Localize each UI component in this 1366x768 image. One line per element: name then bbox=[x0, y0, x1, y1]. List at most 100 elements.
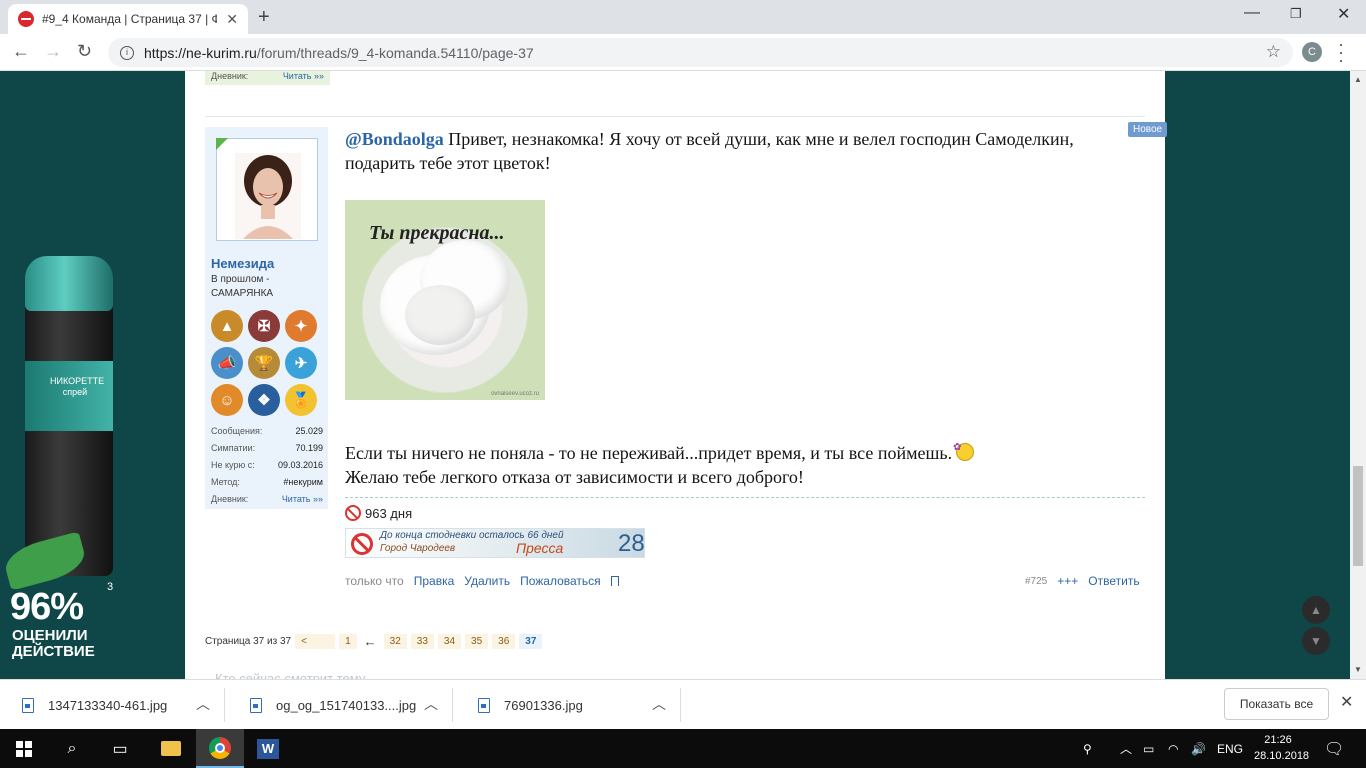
chevron-up-icon[interactable]: ︿ bbox=[196, 694, 210, 714]
close-downloads-icon[interactable]: ✕ bbox=[1340, 692, 1353, 712]
language-indicator[interactable]: ENG bbox=[1217, 729, 1243, 768]
current-page[interactable]: 37 bbox=[519, 634, 543, 649]
new-post-badge: Новое bbox=[1128, 122, 1168, 137]
diary-link[interactable]: Читать »» bbox=[283, 71, 324, 85]
volume-icon[interactable]: 🔊 bbox=[1191, 729, 1206, 768]
scroll-down-button[interactable]: ▼ bbox=[1302, 627, 1330, 655]
chrome-taskbar-icon[interactable] bbox=[196, 729, 244, 768]
page-link[interactable]: 35 bbox=[465, 634, 489, 649]
scroll-down-arrow-icon[interactable]: ▼ bbox=[1354, 665, 1362, 674]
award-team-icon[interactable]: ❖ bbox=[248, 384, 280, 416]
ad-product-label: НИКОРЕТТЕ спрей bbox=[50, 376, 105, 397]
award-shield-icon[interactable]: ✠ bbox=[248, 310, 280, 342]
prev-page-button[interactable]: < bbox=[295, 634, 336, 649]
battery-icon[interactable]: ▭ bbox=[1143, 729, 1154, 768]
plus-link[interactable]: +++ bbox=[1057, 574, 1078, 588]
page-viewport: НИКОРЕТТЕ спрей 96% 3 ОЦЕНИЛИ ДЕЙСТВИЕ Д… bbox=[0, 71, 1350, 679]
file-explorer-icon[interactable] bbox=[147, 729, 195, 768]
browser-tab[interactable]: #9_4 Команда | Страница 37 | Ф ✕ bbox=[8, 4, 248, 34]
browser-menu-icon[interactable]: · · · bbox=[1338, 35, 1344, 69]
maximize-icon[interactable]: ❐ bbox=[1290, 6, 1302, 22]
word-taskbar-icon[interactable]: W bbox=[244, 729, 292, 768]
bookmark-star-icon[interactable]: ☆ bbox=[1266, 42, 1281, 62]
minimize-icon[interactable]: — bbox=[1244, 4, 1260, 22]
download-item[interactable]: 1347133340-461.jpg ︿ bbox=[0, 688, 225, 722]
username[interactable]: Немезида bbox=[211, 256, 274, 271]
stat-row: Симпатии: 70.199 bbox=[211, 442, 323, 453]
diary-read-link[interactable]: Читать »» bbox=[282, 494, 323, 504]
scrollbar-thumb[interactable] bbox=[1353, 466, 1363, 566]
show-hidden-icons-icon[interactable]: ︿ bbox=[1120, 729, 1132, 768]
download-item[interactable]: og_og_151740133....jpg ︿ bbox=[228, 688, 453, 722]
system-clock[interactable]: 21:26 28.10.2018 bbox=[1254, 732, 1309, 764]
banner-number: 28 bbox=[618, 530, 645, 557]
diary-label: Дневник: bbox=[211, 71, 249, 81]
page-link[interactable]: 32 bbox=[383, 634, 407, 649]
signature-banner[interactable]: До конца стодневки осталось 66 дней Горо… bbox=[345, 528, 645, 558]
image-file-icon bbox=[478, 697, 490, 713]
stat-row: Дневник: Читать »» bbox=[211, 493, 323, 504]
people-icon[interactable]: ⚲ bbox=[1083, 729, 1092, 768]
page-scrollbar[interactable]: ▲ ▼ bbox=[1350, 71, 1366, 679]
stat-row: Метод: #некурим bbox=[211, 476, 323, 487]
stat-row: Сообщения: 25.029 bbox=[211, 425, 323, 436]
no-smoking-icon bbox=[351, 533, 373, 555]
scroll-up-arrow-icon[interactable]: ▲ bbox=[1354, 75, 1362, 84]
award-medal-icon[interactable]: 🏅 bbox=[285, 384, 317, 416]
days-count: 963 дня bbox=[365, 505, 413, 521]
post-text-1: Привет, незнакомка! Я хочу от всей души,… bbox=[345, 129, 1074, 173]
back-icon[interactable]: ← bbox=[12, 41, 30, 62]
page-link[interactable]: 36 bbox=[492, 634, 516, 649]
task-view-icon[interactable]: ▭ bbox=[96, 729, 144, 768]
reload-icon[interactable]: ↻ bbox=[77, 41, 92, 62]
site-info-icon[interactable]: i bbox=[120, 45, 134, 60]
chevron-up-icon[interactable]: ︿ bbox=[652, 694, 666, 714]
reply-link[interactable]: Ответить bbox=[1088, 574, 1139, 588]
signature-divider bbox=[345, 497, 1145, 498]
edit-link[interactable]: Правка bbox=[414, 574, 455, 588]
award-book-icon[interactable]: ☺ bbox=[211, 384, 243, 416]
search-icon[interactable]: ⌕ bbox=[48, 729, 96, 768]
start-button[interactable] bbox=[0, 729, 48, 768]
left-advertisement[interactable]: НИКОРЕТТЕ спрей 96% 3 ОЦЕНИЛИ ДЕЙСТВИЕ bbox=[0, 241, 185, 671]
show-all-downloads-button[interactable]: Показать все bbox=[1224, 688, 1329, 720]
forum-content: Дневник: Читать »» Немезида В прошлом - … bbox=[185, 71, 1168, 679]
bookmark-icon[interactable] bbox=[610, 576, 619, 586]
stat-row: Не курю с: 09.03.2016 bbox=[211, 459, 323, 470]
award-trophy-icon[interactable]: 🏆 bbox=[248, 347, 280, 379]
window-close-icon[interactable]: ✕ bbox=[1337, 4, 1350, 24]
page-link-1[interactable]: 1 bbox=[339, 634, 357, 649]
new-tab-button[interactable]: + bbox=[258, 6, 270, 29]
user-mention[interactable]: @Bondaolga bbox=[345, 129, 444, 149]
downloads-bar: 1347133340-461.jpg ︿ og_og_151740133....… bbox=[0, 679, 1366, 729]
download-filename: 76901336.jpg bbox=[504, 697, 583, 713]
notifications-icon[interactable]: 🗨 bbox=[1324, 729, 1344, 768]
award-megaphone-icon[interactable]: 📣 bbox=[211, 347, 243, 379]
image-file-icon bbox=[22, 697, 34, 713]
banner-line2: Город Чародеев bbox=[380, 543, 456, 554]
award-badges: ▲ ✠ ✦ 📣 🏆 ✈ ☺ ❖ 🏅 bbox=[211, 310, 323, 416]
download-item[interactable]: 76901336.jpg ︿ bbox=[456, 688, 681, 722]
award-telegram-icon[interactable]: ✈ bbox=[285, 347, 317, 379]
download-filename: og_og_151740133....jpg bbox=[276, 697, 417, 713]
page-jump-icon[interactable]: ← bbox=[364, 634, 377, 649]
tab-title: #9_4 Команда | Страница 37 | Ф bbox=[42, 12, 217, 26]
rose-image[interactable]: Ты прекрасна... ovnaiseev.ucoz.ru bbox=[345, 200, 545, 400]
tab-close-icon[interactable]: ✕ bbox=[226, 11, 238, 28]
page-link[interactable]: 33 bbox=[410, 634, 434, 649]
report-link[interactable]: Пожаловаться bbox=[520, 574, 601, 588]
chevron-up-icon[interactable]: ︿ bbox=[424, 694, 438, 714]
post-number[interactable]: #725 bbox=[1025, 576, 1047, 587]
award-mountain-icon[interactable]: ▲ bbox=[211, 310, 243, 342]
wifi-icon[interactable]: ◠ bbox=[1168, 729, 1178, 768]
address-bar[interactable]: i https://ne-kurim.ru/forum/threads/9_4-… bbox=[108, 38, 1293, 67]
scroll-up-button[interactable]: ▲ bbox=[1302, 596, 1330, 624]
no-smoking-icon bbox=[345, 505, 361, 521]
award-people-icon[interactable]: ✦ bbox=[285, 310, 317, 342]
profile-avatar[interactable]: C bbox=[1302, 42, 1322, 62]
page-link[interactable]: 34 bbox=[437, 634, 462, 649]
avatar[interactable] bbox=[216, 138, 318, 241]
forward-icon[interactable]: → bbox=[44, 41, 62, 62]
ad-tagline-line1: ОЦЕНИЛИ bbox=[12, 627, 88, 644]
delete-link[interactable]: Удалить bbox=[464, 574, 510, 588]
